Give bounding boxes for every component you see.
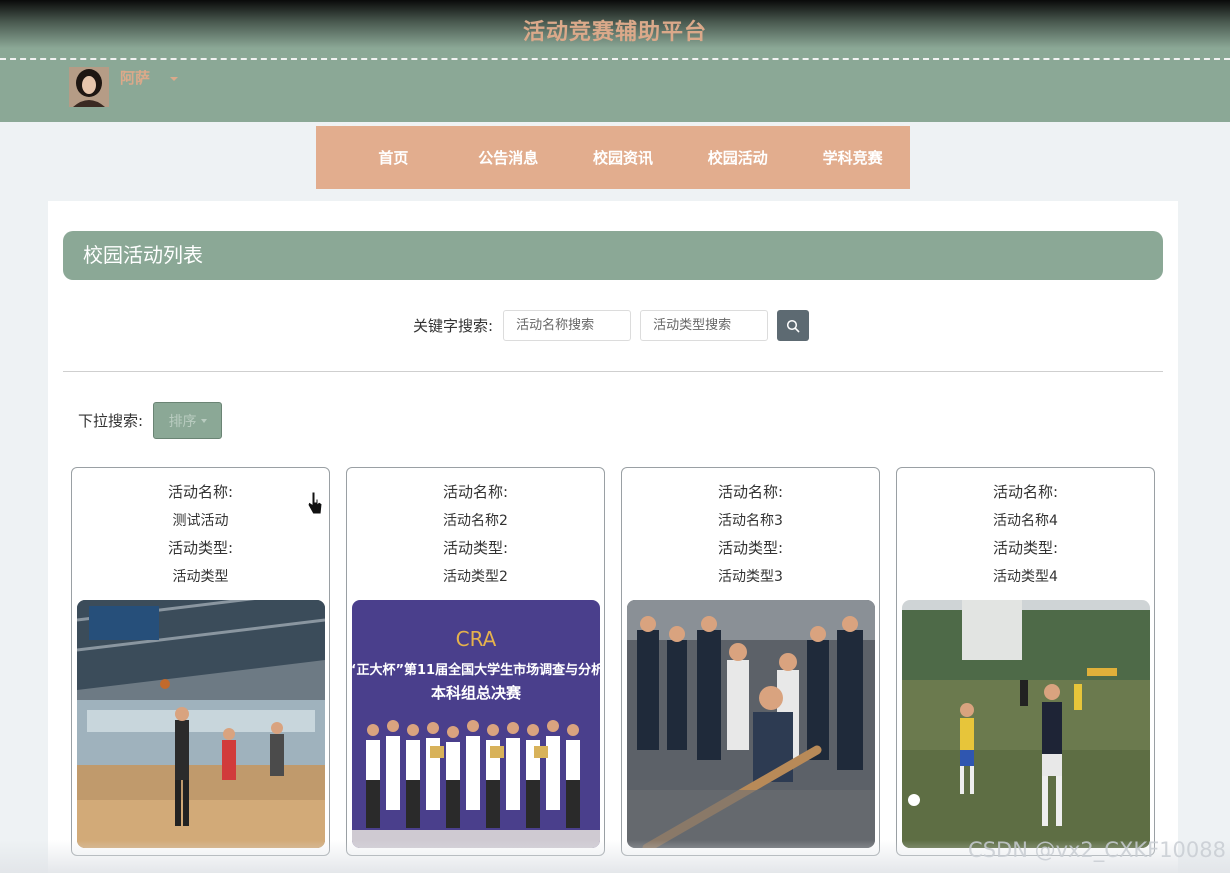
sort-dropdown[interactable]: 排序 bbox=[153, 402, 223, 439]
list-title: 校园活动列表 bbox=[63, 231, 1163, 280]
activity-card[interactable]: 活动名称: 活动名称2 活动类型: 活动类型2 CRA “正大杯”第11届全国大… bbox=[346, 467, 605, 856]
user-menu[interactable]: 阿萨 bbox=[69, 67, 179, 107]
banner-subtitle: 本科组总决赛 bbox=[431, 684, 522, 702]
banner-logo: CRA bbox=[456, 627, 497, 651]
activity-list-panel: 校园活动列表 关键字搜索: 下拉搜索: 排序 活动名称: 测试活动 活动类型: … bbox=[48, 201, 1178, 873]
nav-item-campus-news[interactable]: 校园资讯 bbox=[566, 147, 681, 168]
banner-title: “正大杯”第11届全国大学生市场调查与分析 bbox=[352, 662, 600, 678]
dropdown-label: 下拉搜索: bbox=[78, 412, 144, 430]
avatar[interactable] bbox=[69, 67, 109, 107]
nav-item-competitions[interactable]: 学科竞赛 bbox=[795, 147, 910, 168]
search-button[interactable] bbox=[777, 310, 810, 341]
nav-item-announcements[interactable]: 公告消息 bbox=[451, 147, 566, 168]
chevron-down-icon[interactable] bbox=[170, 77, 179, 81]
dropdown-search: 下拉搜索: 排序 bbox=[78, 402, 223, 439]
main-nav: 首页 公告消息 校园资讯 校园活动 学科竞赛 bbox=[316, 126, 910, 189]
watermark: CSDN @vx2_CXKF10088 bbox=[968, 838, 1226, 862]
header-divider bbox=[0, 58, 1230, 60]
nav-item-home[interactable]: 首页 bbox=[336, 147, 451, 168]
pointer-cursor-icon bbox=[306, 490, 324, 520]
top-header: 活动竞赛辅助平台 阿萨 bbox=[0, 0, 1230, 122]
activity-card[interactable]: 活动名称: 活动名称3 活动类型: 活动类型3 bbox=[621, 467, 880, 856]
activity-name: 活动名称4 bbox=[993, 513, 1058, 529]
section-divider bbox=[63, 371, 1163, 372]
activity-cards: 活动名称: 测试活动 活动类型: 活动类型 活动名称: 活动名称2 活动类型: … bbox=[71, 467, 1171, 856]
activity-name: 活动名称2 bbox=[443, 513, 508, 529]
activity-type-label: 活动类型: bbox=[992, 539, 1059, 557]
activity-type-label: 活动类型: bbox=[167, 539, 234, 557]
activity-name-label: 活动名称: bbox=[442, 483, 509, 501]
site-title: 活动竞赛辅助平台 bbox=[522, 20, 707, 45]
activity-card[interactable]: 活动名称: 活动名称4 活动类型: 活动类型4 bbox=[896, 467, 1155, 856]
tug-of-war-photo[interactable] bbox=[627, 600, 875, 848]
nav-item-campus-activities[interactable]: 校园活动 bbox=[680, 147, 795, 168]
search-label: 关键字搜索: bbox=[413, 317, 494, 335]
basketball-photo[interactable] bbox=[77, 600, 325, 848]
avatar-image bbox=[69, 67, 109, 107]
activity-name: 测试活动 bbox=[172, 513, 229, 529]
activity-name-label: 活动名称: bbox=[992, 483, 1059, 501]
user-name[interactable]: 阿萨 bbox=[120, 67, 150, 88]
activity-name: 活动名称3 bbox=[718, 513, 783, 529]
activity-type: 活动类型3 bbox=[718, 569, 783, 585]
activity-type: 活动类型 bbox=[172, 569, 229, 585]
activity-type-label: 活动类型: bbox=[717, 539, 784, 557]
sort-label: 排序 bbox=[168, 413, 197, 430]
chevron-down-icon bbox=[200, 418, 207, 423]
activity-type: 活动类型2 bbox=[443, 569, 508, 585]
activity-name-label: 活动名称: bbox=[717, 483, 784, 501]
competition-group-photo[interactable]: CRA “正大杯”第11届全国大学生市场调查与分析 本科组总决赛 bbox=[352, 600, 600, 848]
keyword-search: 关键字搜索: bbox=[413, 310, 810, 341]
activity-type-label: 活动类型: bbox=[442, 539, 509, 557]
activity-type-search-input[interactable] bbox=[640, 310, 769, 341]
activity-card[interactable]: 活动名称: 测试活动 活动类型: 活动类型 bbox=[71, 467, 330, 856]
activity-name-search-input[interactable] bbox=[503, 310, 632, 341]
search-icon bbox=[787, 319, 800, 332]
soccer-photo[interactable] bbox=[902, 600, 1150, 848]
activity-type: 活动类型4 bbox=[993, 569, 1058, 585]
activity-name-label: 活动名称: bbox=[167, 483, 234, 501]
